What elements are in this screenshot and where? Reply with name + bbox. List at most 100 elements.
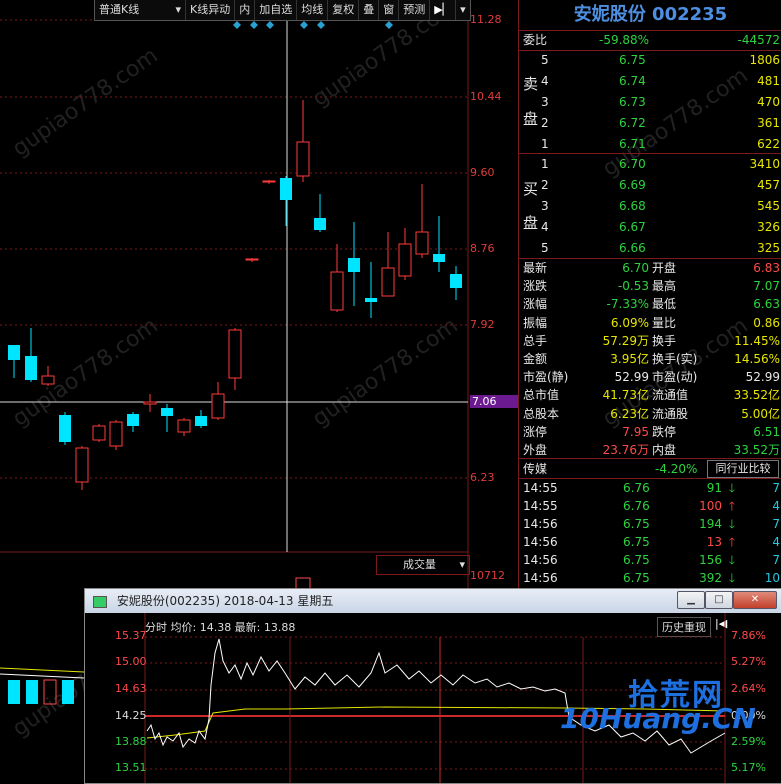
stat-value: 5.00亿 xyxy=(741,406,780,421)
next-icon[interactable]: ▶▏ xyxy=(430,0,457,20)
sell-level: 1 xyxy=(541,137,549,151)
candle-body xyxy=(280,178,292,200)
tick-volume: 100 xyxy=(699,499,722,513)
stat-value: 52.99 xyxy=(745,370,780,385)
sell-label: 卖 xyxy=(523,75,539,93)
chevron-down-icon: ▾ xyxy=(175,3,181,16)
price-label: 8.76 xyxy=(470,242,495,255)
popup-titlebar[interactable]: 安妮股份(002235) 2018-04-13 星期五 ▁ □ ✕ xyxy=(85,589,781,613)
stat-value: 6.63 xyxy=(753,297,780,312)
sell-volume: 1806 xyxy=(749,53,780,67)
stat-value: 7.07 xyxy=(753,279,780,294)
buy-level: 4 xyxy=(541,220,549,234)
kline-anomaly-button[interactable]: K线异动 xyxy=(186,0,236,20)
buy-level: 5 xyxy=(541,241,549,255)
stat-label: 最高 xyxy=(652,279,677,294)
sell-volume: 481 xyxy=(757,74,780,88)
candles xyxy=(8,100,462,490)
stat-value: 0.86 xyxy=(753,315,780,330)
candle-body xyxy=(314,218,326,230)
chevron-down-icon[interactable]: ▾ xyxy=(456,0,470,20)
candle-body xyxy=(211,393,225,419)
buy-volume: 457 xyxy=(757,178,780,192)
candle-body xyxy=(75,447,89,483)
kline-type-dropdown[interactable]: 普通K线 ▾ xyxy=(95,0,186,20)
intraday-pct-label: 2.64% xyxy=(731,682,766,695)
intraday-pct-label: 5.17% xyxy=(731,761,766,774)
buy-volume: 326 xyxy=(757,220,780,234)
add-favorite-button[interactable]: 加自选 xyxy=(255,0,298,20)
weibi-label: 委比 xyxy=(523,33,548,47)
stat-label: 涨幅 xyxy=(523,297,548,312)
candle-body xyxy=(245,258,259,261)
stat-value: 41.73亿 xyxy=(602,388,649,403)
stat-label: 开盘 xyxy=(652,261,677,275)
moving-average-button[interactable]: 均线 xyxy=(297,0,329,20)
stat-value: 3.95亿 xyxy=(610,352,649,366)
overlay-button[interactable]: 叠 xyxy=(359,0,380,20)
minimize-icon[interactable]: ▁ xyxy=(677,591,705,609)
intraday-price-label: 14.25 xyxy=(115,709,147,722)
rights-adjust-button[interactable]: 复权 xyxy=(328,0,360,20)
site-logo-bottom: 10Huang.CN xyxy=(560,702,756,735)
price-label: 6.23 xyxy=(470,471,495,484)
candle-body xyxy=(365,298,377,302)
tick-count: 7 xyxy=(772,481,780,495)
intraday-price-label: 15.37 xyxy=(115,629,147,642)
sell-price: 6.72 xyxy=(619,116,646,130)
candle-body xyxy=(59,415,71,442)
industry-compare-button[interactable]: 同行业比较 xyxy=(707,460,779,478)
sector-name: 传媒 xyxy=(523,462,548,476)
candle-body xyxy=(398,243,412,277)
candle-body xyxy=(25,356,37,380)
inner-button[interactable]: 内 xyxy=(235,0,256,20)
buy-price: 6.66 xyxy=(619,241,646,255)
tick-count: 4 xyxy=(772,535,780,549)
tick-volume: 13 xyxy=(706,535,722,549)
stat-value: -7.33% xyxy=(606,297,649,312)
event-markers xyxy=(233,21,393,29)
tick-price: 6.75 xyxy=(623,571,650,585)
intraday-price-label: 14.63 xyxy=(115,682,147,695)
stat-value: 33.52万 xyxy=(733,443,780,457)
buy-volume: 3410 xyxy=(749,157,780,171)
weibi-pct: -59.88% xyxy=(599,33,650,47)
tick-time: 14:56 xyxy=(523,517,558,531)
close-icon[interactable]: ✕ xyxy=(733,591,777,609)
intraday-price-label: 13.51 xyxy=(115,761,147,774)
stat-value: 6.70 xyxy=(622,261,649,275)
stat-label: 涨跌 xyxy=(523,279,548,294)
sell-price: 6.75 xyxy=(619,53,646,67)
stat-value: -0.53 xyxy=(617,279,649,294)
window-button[interactable]: 窗 xyxy=(379,0,400,20)
tick-time: 14:56 xyxy=(523,553,558,567)
buy-volume: 325 xyxy=(757,241,780,255)
sell-volume: 622 xyxy=(757,137,780,151)
tick-count: 7 xyxy=(772,517,780,531)
stat-label: 最低 xyxy=(652,297,677,312)
sell-price: 6.74 xyxy=(619,74,646,88)
stat-value: 6.23亿 xyxy=(610,406,649,421)
arrow-down-icon: 🡓 xyxy=(728,517,735,531)
stat-label: 涨停 xyxy=(523,424,548,439)
arrow-down-icon: 🡓 xyxy=(728,553,735,567)
candle-body xyxy=(195,416,207,426)
stat-label: 换手 xyxy=(652,333,677,348)
candle-body xyxy=(143,401,157,405)
candle-body xyxy=(433,254,445,262)
candle-body xyxy=(127,414,139,426)
sell-price: 6.73 xyxy=(619,95,646,109)
stat-label: 流通股 xyxy=(652,406,689,421)
candle-body xyxy=(228,329,242,379)
sell-level: 2 xyxy=(541,116,549,130)
candle-body xyxy=(450,274,462,288)
price-label: 10.44 xyxy=(470,90,502,103)
stat-value: 57.29万 xyxy=(602,333,649,348)
kline-type-label: 普通K线 xyxy=(99,3,140,16)
stat-value: 6.51 xyxy=(753,424,780,439)
price-label: 7.92 xyxy=(470,318,495,331)
maximize-icon[interactable]: □ xyxy=(705,591,733,609)
tick-volume: 91 xyxy=(706,481,722,495)
kline-chart[interactable] xyxy=(0,0,518,590)
forecast-button[interactable]: 预测 xyxy=(399,0,431,20)
